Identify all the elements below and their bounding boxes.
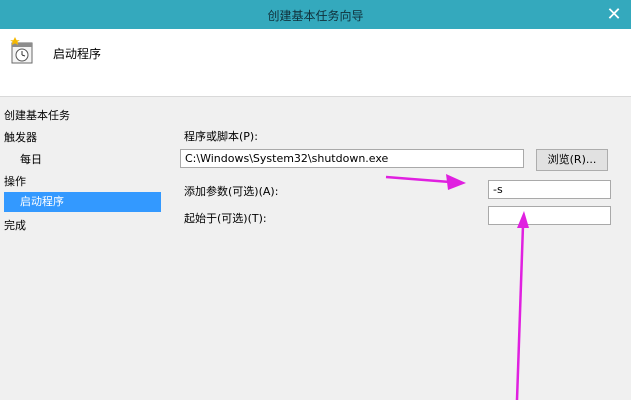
arguments-field[interactable]: -s bbox=[488, 180, 611, 199]
step-trigger[interactable]: 触发器 bbox=[4, 129, 37, 145]
close-icon[interactable]: ✕ bbox=[597, 0, 631, 29]
arguments-label: 添加参数(可选)(A): bbox=[184, 185, 279, 198]
wizard-steps: 创建基本任务 触发器 每日 操作 启动程序 完成 bbox=[0, 97, 170, 400]
step-start-program[interactable]: 启动程序 bbox=[4, 192, 161, 212]
start-in-label: 起始于(可选)(T): bbox=[184, 212, 267, 225]
browse-button[interactable]: 浏览(R)... bbox=[536, 149, 608, 171]
step-action[interactable]: 操作 bbox=[4, 173, 26, 189]
arrow-to-arguments bbox=[385, 174, 466, 190]
scheduled-task-clock-icon bbox=[10, 37, 33, 64]
page-title: 启动程序 bbox=[53, 47, 102, 61]
program-field[interactable]: C:\Windows\System32\shutdown.exe bbox=[180, 149, 524, 168]
step-finish[interactable]: 完成 bbox=[4, 217, 26, 233]
wizard-header: 启动程序 bbox=[0, 29, 631, 97]
window-title: 创建基本任务向导 bbox=[267, 9, 364, 23]
program-label: 程序或脚本(P): bbox=[184, 130, 258, 143]
step-daily[interactable]: 每日 bbox=[20, 151, 42, 167]
arrow-up-to-arguments bbox=[515, 211, 529, 400]
start-in-field[interactable] bbox=[488, 206, 611, 225]
title-bar: 创建基本任务向导 ✕ bbox=[0, 0, 631, 29]
step-create-basic-task[interactable]: 创建基本任务 bbox=[4, 107, 70, 123]
